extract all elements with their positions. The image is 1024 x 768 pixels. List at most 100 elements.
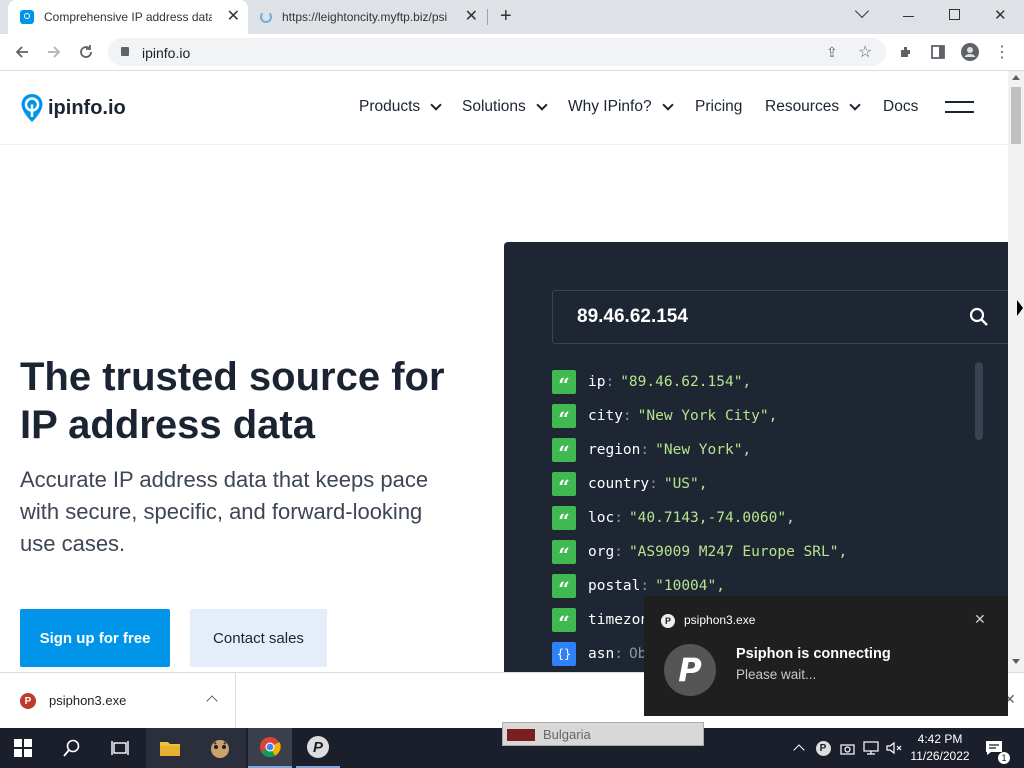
- nav-label: Why IPinfo?: [568, 98, 652, 115]
- forward-icon[interactable]: [44, 42, 64, 62]
- app-icon[interactable]: [198, 728, 242, 768]
- json-row: “country: "US",: [552, 472, 708, 497]
- ipinfo-favicon-icon: [20, 10, 34, 24]
- download-item[interactable]: P psiphon3.exe: [0, 673, 236, 729]
- chrome-icon[interactable]: [248, 728, 292, 768]
- site-logo[interactable]: ipinfo.io: [20, 93, 126, 123]
- notification-title: Psiphon is connecting: [736, 646, 891, 662]
- clock[interactable]: 4:42 PM 11/26/2022: [906, 731, 974, 765]
- chevron-down-icon: [849, 99, 861, 111]
- close-tab-icon[interactable]: ✕: [227, 9, 240, 25]
- flag-icon: [507, 729, 535, 741]
- hamburger-menu-icon[interactable]: [945, 101, 974, 115]
- json-value: "New York",: [655, 442, 752, 458]
- hero-title: The trusted source for IP address data: [20, 355, 445, 447]
- scrollbar-thumb[interactable]: [1011, 87, 1021, 144]
- tab-title: Comprehensive IP address data, I: [44, 10, 212, 24]
- bookmark-star-icon[interactable]: ☆: [858, 42, 872, 62]
- clock-time: 4:42 PM: [917, 732, 963, 746]
- loading-icon: [260, 11, 272, 23]
- task-view-icon[interactable]: [98, 728, 142, 768]
- json-row: “loc: "40.7143,-74.0060",: [552, 506, 795, 531]
- nav-label: Solutions: [462, 98, 526, 115]
- scroll-up-arrow-icon[interactable]: [1012, 75, 1020, 80]
- profile-avatar-icon[interactable]: [960, 42, 980, 62]
- windows-taskbar: P Bulgaria P 4:42 PM 11/26/2022 1: [0, 722, 1024, 768]
- json-row: “postal: "10004",: [552, 574, 725, 599]
- restore-icon[interactable]: [949, 9, 960, 20]
- nav-docs[interactable]: Docs: [883, 98, 918, 116]
- json-value: "89.46.62.154",: [620, 374, 752, 390]
- camera-tray-icon[interactable]: [838, 728, 856, 768]
- hero-subtitle: Accurate IP address data that keeps pace…: [20, 467, 429, 556]
- notification-app-name: psiphon3.exe: [684, 613, 756, 627]
- menu-dots-icon[interactable]: ⋮: [992, 42, 1012, 62]
- nav-why-ipinfo[interactable]: Why IPinfo?: [568, 98, 674, 116]
- close-tab-icon[interactable]: ✕: [465, 9, 478, 25]
- minimize-icon[interactable]: [903, 16, 914, 17]
- network-tray-icon[interactable]: [862, 728, 880, 768]
- json-row: “region: "New York",: [552, 438, 752, 463]
- sign-up-button[interactable]: Sign up for free: [20, 609, 170, 667]
- location-pin-icon: [21, 94, 43, 122]
- json-value: "US",: [663, 476, 708, 492]
- mouse-cursor-icon: [1017, 300, 1023, 316]
- quote-icon: “: [552, 404, 576, 429]
- site-header: ipinfo.io Products Solutions Why IPinfo?…: [0, 71, 1008, 145]
- json-key: region: [588, 442, 641, 458]
- page-scrollbar[interactable]: [1008, 71, 1024, 672]
- chevron-down-icon: [661, 99, 674, 111]
- ip-search-input[interactable]: 89.46.62.154: [552, 290, 1008, 344]
- json-key: asn: [588, 646, 615, 662]
- browser-tab-strip: Comprehensive IP address data, I ✕ https…: [0, 0, 1024, 34]
- back-icon[interactable]: [12, 42, 32, 62]
- json-value: "40.7143,-74.0060",: [628, 510, 795, 526]
- background-window-fragment: Bulgaria: [502, 722, 704, 746]
- quote-icon: “: [552, 574, 576, 599]
- search-icon[interactable]: [969, 307, 989, 327]
- psiphon-small-icon: P: [661, 614, 675, 628]
- new-tab-icon[interactable]: +: [500, 5, 512, 28]
- share-icon[interactable]: ⇪: [826, 44, 838, 61]
- json-row: {} asn: Ob: [552, 642, 646, 666]
- extensions-icon[interactable]: [896, 42, 916, 62]
- close-window-icon[interactable]: ✕: [994, 6, 1007, 24]
- nav-resources[interactable]: Resources: [765, 98, 861, 116]
- system-notification[interactable]: P psiphon3.exe ✕ P Psiphon is connecting…: [644, 596, 1008, 716]
- notification-count-badge: 1: [998, 752, 1010, 764]
- search-taskbar-icon[interactable]: [50, 728, 94, 768]
- chevron-down-icon: [536, 99, 548, 111]
- side-panel-icon[interactable]: [928, 42, 948, 62]
- address-bar[interactable]: ipinfo.io ⇪ ☆: [108, 38, 886, 66]
- volume-muted-icon[interactable]: [884, 728, 904, 768]
- psiphon-logo-icon: P: [664, 644, 716, 696]
- json-key: ip: [588, 374, 606, 390]
- nav-label: Pricing: [695, 98, 743, 115]
- file-explorer-icon[interactable]: [150, 728, 190, 768]
- quote-icon: “: [552, 506, 576, 531]
- tab-ipinfo[interactable]: Comprehensive IP address data, I ✕: [8, 0, 248, 34]
- close-notification-icon[interactable]: ✕: [974, 611, 986, 628]
- start-button[interactable]: [0, 728, 46, 768]
- show-hidden-icons-icon[interactable]: [790, 728, 808, 768]
- psiphon-tray-icon[interactable]: P: [814, 728, 832, 768]
- chevron-up-icon[interactable]: [206, 695, 218, 707]
- panel-scrollbar[interactable]: [975, 362, 983, 440]
- object-braces-icon: {}: [552, 642, 576, 666]
- nav-solutions[interactable]: Solutions: [462, 98, 548, 116]
- tab-leightoncity[interactable]: https://leightoncity.myftp.biz/psi ✕: [250, 0, 486, 34]
- scroll-down-arrow-icon[interactable]: [1012, 659, 1020, 664]
- psiphon-taskbar-icon[interactable]: P: [296, 728, 340, 768]
- tab-search-icon[interactable]: [854, 3, 870, 19]
- nav-pricing[interactable]: Pricing: [695, 98, 742, 116]
- notification-body: Please wait...: [736, 667, 817, 682]
- nav-products[interactable]: Products: [359, 98, 442, 116]
- reload-icon[interactable]: [76, 42, 96, 62]
- contact-sales-button[interactable]: Contact sales: [190, 609, 327, 667]
- nav-label: Products: [359, 98, 421, 115]
- json-row: “ip: "89.46.62.154",: [552, 370, 752, 395]
- action-center-icon[interactable]: 1: [982, 728, 1010, 768]
- quote-icon: “: [552, 472, 576, 497]
- chevron-down-icon: [430, 99, 442, 111]
- json-value: "AS9009 M247 Europe SRL",: [628, 544, 848, 560]
